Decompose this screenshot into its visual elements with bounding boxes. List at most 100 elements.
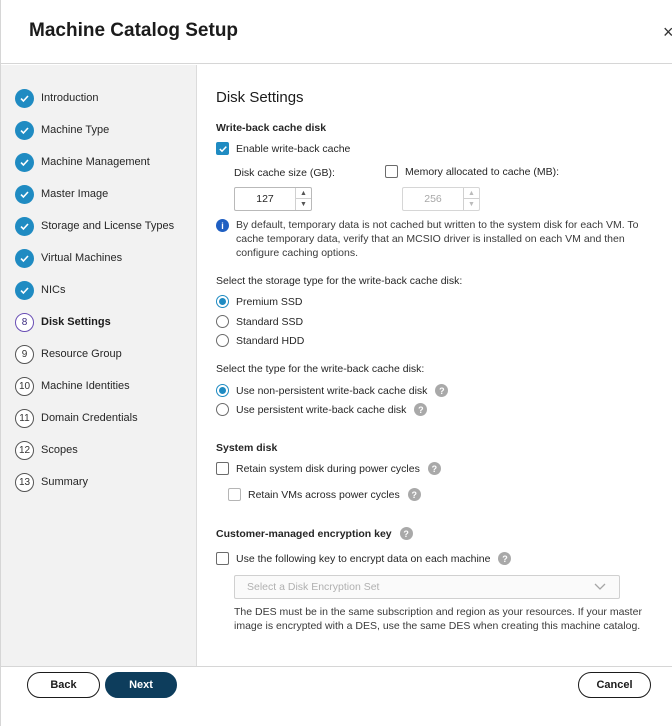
system-disk-heading: System disk — [216, 442, 278, 454]
step-number-badge: 9 — [15, 344, 34, 364]
step-label: Machine Management — [41, 156, 150, 168]
retain-vms-option: Retain VMs across power cycles ? — [228, 488, 421, 501]
use-encryption-key-label: Use the following key to encrypt data on… — [236, 552, 491, 565]
help-icon[interactable]: ? — [498, 552, 512, 565]
step-label: Storage and License Types — [41, 220, 175, 232]
wizard-steps-sidebar: Introduction Machine Type Machine Manage… — [1, 65, 197, 666]
cancel-button[interactable]: Cancel — [578, 672, 651, 698]
back-button[interactable]: Back — [27, 672, 100, 698]
retain-vms-checkbox — [228, 488, 241, 501]
step-master-image[interactable]: Master Image — [15, 184, 108, 204]
standard-ssd-radio[interactable] — [216, 315, 229, 328]
help-icon[interactable]: ? — [427, 462, 441, 475]
memory-cache-checkbox[interactable] — [385, 165, 398, 178]
memory-cache-stepper: 256 ▲ ▼ — [402, 187, 480, 211]
storage-type-label: Select the storage type for the write-ba… — [216, 275, 463, 287]
help-icon[interactable]: ? — [407, 488, 421, 501]
step-introduction[interactable]: Introduction — [15, 88, 98, 108]
step-label: NICs — [41, 284, 66, 296]
step-machine-management[interactable]: Machine Management — [15, 152, 150, 172]
step-storage-license-types[interactable]: Storage and License Types — [15, 216, 174, 236]
non-persistent-radio[interactable] — [216, 384, 229, 397]
retain-vms-label: Retain VMs across power cycles — [248, 488, 400, 501]
checkmark-icon — [15, 184, 34, 204]
enable-writeback-option[interactable]: Enable write-back cache — [216, 142, 350, 155]
step-number-badge: 10 — [15, 376, 34, 396]
decrement-icon: ▼ — [468, 201, 475, 208]
enable-writeback-checkbox[interactable] — [216, 142, 229, 155]
step-label: Summary — [41, 476, 89, 488]
page-title: Disk Settings — [216, 89, 304, 106]
help-icon[interactable]: ? — [435, 384, 449, 397]
step-number-badge: 11 — [15, 408, 34, 428]
standard-ssd-label: Standard SSD — [236, 315, 304, 328]
step-number-badge: 13 — [15, 472, 34, 492]
non-persistent-label: Use non-persistent write-back cache disk — [236, 384, 428, 397]
step-label: Scopes — [41, 444, 78, 456]
next-button[interactable]: Next — [105, 672, 177, 698]
step-machine-type[interactable]: Machine Type — [15, 120, 109, 140]
cache-option-persistent[interactable]: Use persistent write-back cache disk ? — [216, 403, 428, 416]
step-resource-group[interactable]: 9 Resource Group — [15, 344, 122, 364]
encryption-heading-row: Customer-managed encryption key ? — [216, 527, 413, 540]
retain-system-disk-option[interactable]: Retain system disk during power cycles ? — [216, 462, 441, 475]
help-icon[interactable]: ? — [399, 527, 413, 540]
cache-option-non-persistent[interactable]: Use non-persistent write-back cache disk… — [216, 384, 449, 397]
machine-catalog-setup-dialog: Machine Catalog Setup × Introduction Mac… — [0, 0, 672, 726]
retain-system-disk-checkbox[interactable] — [216, 462, 229, 475]
writeback-heading: Write-back cache disk — [216, 122, 327, 134]
disk-settings-panel: Disk Settings Write-back cache disk Enab… — [198, 65, 672, 666]
use-encryption-key-checkbox[interactable] — [216, 552, 229, 565]
standard-hdd-label: Standard HDD — [236, 334, 305, 347]
checkmark-icon — [15, 88, 34, 108]
checkmark-icon — [15, 152, 34, 172]
persistent-label: Use persistent write-back cache disk — [236, 403, 407, 416]
storage-option-premium-ssd[interactable]: Premium SSD — [216, 295, 303, 308]
disk-encryption-set-select: Select a Disk Encryption Set — [234, 575, 620, 599]
dialog-footer: Back Next Cancel — [1, 666, 672, 726]
checkmark-icon — [15, 248, 34, 268]
memory-cache-option[interactable]: Memory allocated to cache (MB): — [385, 165, 559, 178]
dialog-title: Machine Catalog Setup — [29, 20, 239, 41]
step-label: Domain Credentials — [41, 412, 138, 424]
disk-cache-size-stepper[interactable]: 127 ▲ ▼ — [234, 187, 312, 211]
step-label: Virtual Machines — [41, 252, 123, 264]
standard-hdd-radio[interactable] — [216, 334, 229, 347]
step-label: Machine Type — [41, 124, 110, 136]
step-label: Disk Settings — [41, 316, 111, 328]
step-number-badge: 8 — [15, 312, 34, 332]
step-machine-identities[interactable]: 10 Machine Identities — [15, 376, 130, 396]
dialog-header: Machine Catalog Setup × — [1, 0, 672, 64]
info-icon: i — [216, 219, 229, 232]
close-icon[interactable]: × — [663, 22, 672, 43]
storage-option-standard-ssd[interactable]: Standard SSD — [216, 315, 303, 328]
step-label: Introduction — [41, 92, 99, 104]
decrement-icon[interactable]: ▼ — [296, 199, 311, 210]
help-icon[interactable]: ? — [414, 403, 428, 416]
checkmark-icon — [15, 216, 34, 236]
step-domain-credentials[interactable]: 11 Domain Credentials — [15, 408, 138, 428]
persistent-radio[interactable] — [216, 403, 229, 416]
premium-ssd-radio[interactable] — [216, 295, 229, 308]
cache-type-label: Select the type for the write-back cache… — [216, 363, 425, 375]
premium-ssd-label: Premium SSD — [236, 295, 303, 308]
chevron-down-icon — [594, 583, 606, 590]
checkmark-icon — [15, 120, 34, 140]
step-virtual-machines[interactable]: Virtual Machines — [15, 248, 122, 268]
step-label: Machine Identities — [41, 380, 130, 392]
step-scopes[interactable]: 12 Scopes — [15, 440, 78, 460]
increment-icon: ▲ — [464, 188, 479, 199]
encryption-heading: Customer-managed encryption key — [216, 527, 392, 540]
increment-icon[interactable]: ▲ — [296, 188, 311, 199]
encryption-note: The DES must be in the same subscription… — [234, 606, 642, 632]
use-encryption-key-option[interactable]: Use the following key to encrypt data on… — [216, 552, 512, 565]
step-disk-settings[interactable]: 8 Disk Settings — [15, 312, 111, 332]
step-nics[interactable]: NICs — [15, 280, 65, 300]
disk-cache-size-label: Disk cache size (GB): — [234, 167, 335, 179]
writeback-info-text: By default, temporary data is not cached… — [236, 219, 639, 259]
writeback-info: i By default, temporary data is not cach… — [216, 218, 666, 260]
step-summary[interactable]: 13 Summary — [15, 472, 88, 492]
step-label: Resource Group — [41, 348, 122, 360]
disk-cache-size-value[interactable]: 127 — [235, 188, 295, 210]
storage-option-standard-hdd[interactable]: Standard HDD — [216, 334, 304, 347]
